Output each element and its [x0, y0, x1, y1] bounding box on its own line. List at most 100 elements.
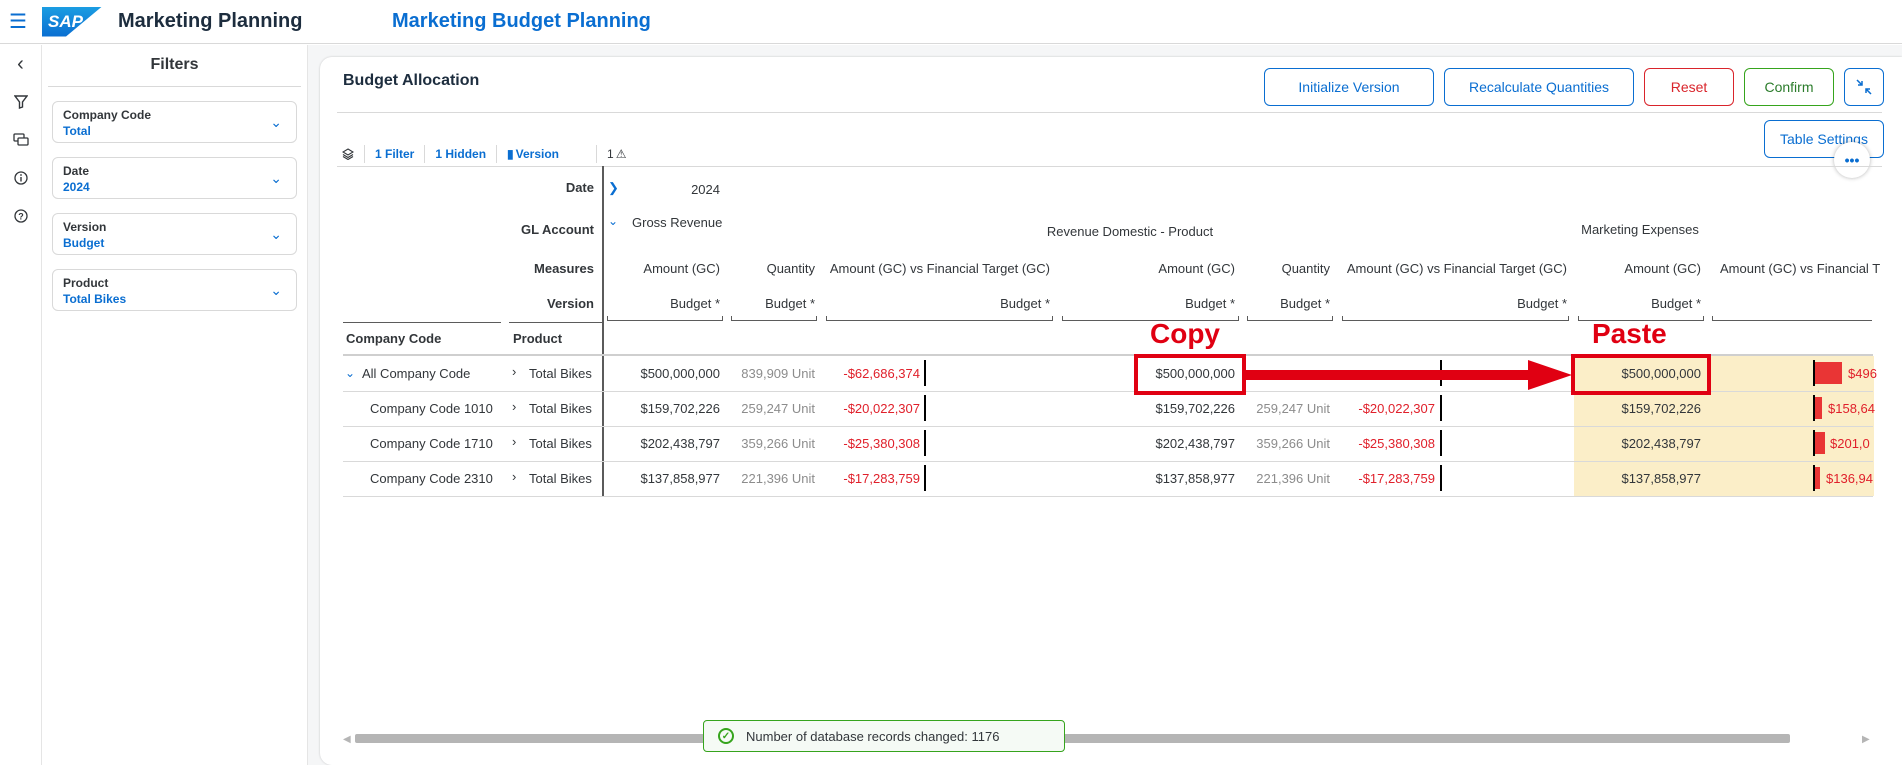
col-product-header[interactable]: Product [513, 331, 562, 346]
measure-header[interactable]: Amount (GC) vs Financial Target (GC) [1335, 261, 1567, 276]
expand-date-icon[interactable]: ❯ [608, 180, 619, 196]
amount-cell[interactable]: $202,438,797 [610, 436, 720, 451]
row-company: Company Code 2310 [370, 471, 493, 486]
filter-version[interactable]: Version Budget ⌄ [52, 213, 297, 255]
chevron-down-icon[interactable]: ⌄ [270, 170, 282, 187]
row-product: Total Bikes [529, 401, 592, 416]
frozen-column-divider [602, 166, 604, 496]
measure-header[interactable]: Amount (GC) [610, 261, 720, 276]
quantity-cell[interactable]: 259,247 Unit [1245, 401, 1330, 416]
chevron-down-icon[interactable]: ⌄ [270, 282, 282, 299]
variance-cell: $136,94 [1826, 471, 1873, 486]
expand-row-icon[interactable]: › [512, 399, 516, 414]
row-company: Company Code 1710 [370, 436, 493, 451]
amount-cell[interactable]: $137,858,977 [1590, 471, 1701, 486]
filter-date[interactable]: Date 2024 ⌄ [52, 157, 297, 199]
warning-indicator[interactable]: 1 ⚠ [597, 145, 636, 163]
horizontal-scrollbar[interactable] [355, 734, 1790, 743]
copy-paste-arrow-icon [1246, 360, 1572, 390]
variance-cell: -$20,022,307 [1358, 401, 1435, 416]
shell-bar: ☰ SAP Marketing Planning Marketing Budge… [0, 0, 1902, 44]
amount-cell[interactable]: $159,702,226 [1120, 401, 1235, 416]
quantity-cell[interactable]: 839,909 Unit [730, 366, 815, 381]
filter-value: 2024 [63, 180, 90, 194]
comments-icon[interactable] [0, 121, 41, 159]
variance-cell: -$25,380,308 [843, 436, 920, 451]
reset-button[interactable]: Reset [1644, 68, 1734, 106]
measure-header[interactable]: Amount (GC) [1070, 261, 1235, 276]
variance-bar [1814, 397, 1822, 419]
copy-annotation-label: Copy [1150, 318, 1220, 349]
collapse-row-icon[interactable]: ⌄ [345, 366, 355, 380]
filter-icon[interactable] [0, 83, 41, 121]
help-icon[interactable]: ? [0, 197, 41, 235]
row-company: Company Code 1010 [370, 401, 493, 416]
variance-cell: $201,0 [1830, 436, 1870, 451]
amount-cell[interactable]: $500,000,000 [610, 366, 720, 381]
target-marker [1813, 395, 1815, 421]
chevron-down-icon[interactable]: ⌄ [270, 226, 282, 243]
version-toggle[interactable]: ▮ Version [497, 145, 598, 163]
recalculate-quantities-button[interactable]: Recalculate Quantities [1444, 68, 1634, 106]
measure-header[interactable]: Amount (GC) vs Financial Target (GC) [820, 261, 1050, 276]
header-underline [509, 322, 602, 323]
expand-row-icon[interactable]: › [512, 364, 516, 379]
initialize-version-button[interactable]: Initialize Version [1264, 68, 1434, 106]
amount-cell[interactable]: $159,702,226 [1590, 401, 1701, 416]
confirm-button[interactable]: Confirm [1744, 68, 1834, 106]
title-divider [337, 112, 1882, 113]
version-bracket [607, 316, 723, 321]
filter-value: Total [63, 124, 91, 138]
collapse-gl-icon[interactable]: ⌄ [608, 214, 618, 228]
variance-cell: -$20,022,307 [843, 401, 920, 416]
scroll-right-icon[interactable]: ▶ [1862, 734, 1870, 745]
dim-gl-account-label: GL Account [521, 222, 594, 237]
filters-title: Filters [48, 45, 301, 87]
measure-header[interactable]: Amount (GC) [1580, 261, 1701, 276]
col-company-code-header[interactable]: Company Code [346, 331, 441, 346]
measure-header[interactable]: Amount (GC) vs Financial T [1720, 261, 1902, 276]
warning-icon: ⚠ [615, 147, 627, 161]
measure-header[interactable]: Quantity [730, 261, 815, 276]
quantity-cell[interactable]: 221,396 Unit [730, 471, 815, 486]
quantity-cell[interactable]: 359,266 Unit [730, 436, 815, 451]
version-bracket [1342, 316, 1569, 321]
variance-cell: $496 [1848, 366, 1877, 381]
amount-cell[interactable]: $137,858,977 [1120, 471, 1235, 486]
target-marker [1440, 395, 1442, 421]
filter-value: Total Bikes [63, 292, 127, 306]
app-title[interactable]: Marketing Planning [118, 10, 344, 33]
menu-icon[interactable]: ☰ [0, 9, 36, 34]
info-icon[interactable] [0, 159, 41, 197]
target-marker [924, 395, 926, 421]
target-marker [1440, 430, 1442, 456]
measure-header[interactable]: Quantity [1245, 261, 1330, 276]
amount-cell[interactable]: $202,438,797 [1590, 436, 1701, 451]
version-header: Budget * [1280, 296, 1330, 311]
expand-row-icon[interactable]: › [512, 469, 516, 484]
chevron-down-icon[interactable]: ⌄ [270, 114, 282, 131]
version-label: Version [515, 147, 559, 161]
amount-cell[interactable]: $159,702,226 [610, 401, 720, 416]
more-options-icon[interactable]: ••• [1834, 142, 1870, 178]
filter-count-link[interactable]: 1 Filter [365, 145, 426, 163]
version-bracket [1247, 316, 1333, 321]
layers-icon[interactable] [340, 145, 365, 163]
gl-root-label: Gross Revenue [632, 215, 723, 230]
collapse-icon[interactable]: ‹ [0, 45, 41, 83]
amount-cell[interactable]: $137,858,977 [610, 471, 720, 486]
row-product: Total Bikes [529, 436, 592, 451]
dim-date-label: Date [565, 180, 594, 195]
quantity-cell[interactable]: 221,396 Unit [1245, 471, 1330, 486]
quantity-cell[interactable]: 359,266 Unit [1245, 436, 1330, 451]
filter-company-code[interactable]: Company Code Total ⌄ [52, 101, 297, 143]
exit-fullscreen-icon[interactable] [1844, 68, 1884, 106]
filter-product[interactable]: Product Total Bikes ⌄ [52, 269, 297, 311]
amount-cell[interactable]: $202,438,797 [1120, 436, 1235, 451]
variance-cell: $158,64 [1828, 401, 1875, 416]
scroll-left-icon[interactable]: ◀ [343, 734, 351, 745]
row-product: Total Bikes [529, 366, 592, 381]
expand-row-icon[interactable]: › [512, 434, 516, 449]
quantity-cell[interactable]: 259,247 Unit [730, 401, 815, 416]
hidden-count-link[interactable]: 1 Hidden [425, 145, 498, 163]
